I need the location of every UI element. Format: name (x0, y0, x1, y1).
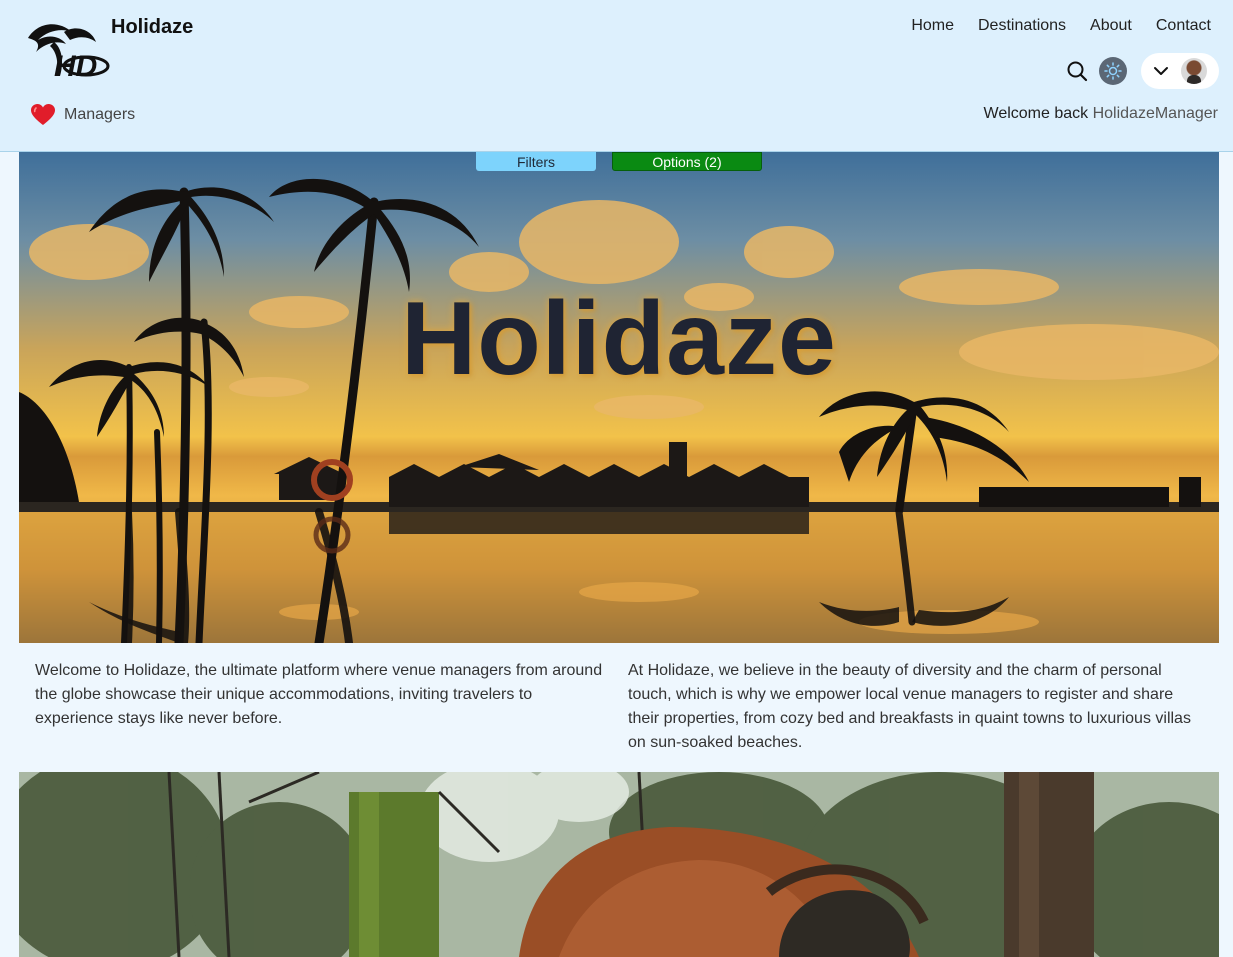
nav-home[interactable]: Home (911, 17, 954, 35)
nav-destinations[interactable]: Destinations (978, 17, 1066, 35)
welcome-prefix: Welcome back (983, 105, 1089, 122)
nav-about[interactable]: About (1090, 17, 1132, 35)
sun-icon (1104, 62, 1122, 80)
username: HolidazeManager (1092, 105, 1218, 122)
brand-name: Holidaze (111, 16, 194, 38)
user-menu[interactable] (1141, 53, 1219, 89)
hero-banner: Holidaze (19, 152, 1219, 643)
welcome-message: Welcome back HolidazeManager (984, 105, 1219, 123)
theme-toggle[interactable] (1099, 57, 1127, 85)
treehouse-scene (19, 772, 1219, 957)
managers-label: Managers (64, 106, 136, 123)
search-button[interactable] (1065, 59, 1089, 83)
treehouse-image (19, 772, 1219, 957)
heart-icon (31, 104, 55, 125)
nav-contact[interactable]: Contact (1156, 17, 1211, 35)
filters-button[interactable]: Filters (476, 152, 596, 171)
palm-tree-logo[interactable]: HD (24, 18, 112, 83)
intro-left-text: Welcome to Holidaze, the ultimate platfo… (35, 662, 603, 727)
managers-link[interactable]: Managers (30, 103, 135, 127)
search-icon (1067, 61, 1088, 82)
hero-title: Holidaze (401, 281, 837, 397)
chevron-down-icon (1154, 67, 1168, 75)
site-header: HD Holidaze Managers Home Destinations A… (0, 0, 1233, 152)
options-button[interactable]: Options (2) (612, 152, 762, 171)
avatar (1181, 58, 1207, 84)
main-nav: Home Destinations About Contact (911, 17, 1211, 35)
intro-right-text: At Holidaze, we believe in the beauty of… (628, 662, 1191, 751)
svg-text:HD: HD (54, 50, 97, 82)
